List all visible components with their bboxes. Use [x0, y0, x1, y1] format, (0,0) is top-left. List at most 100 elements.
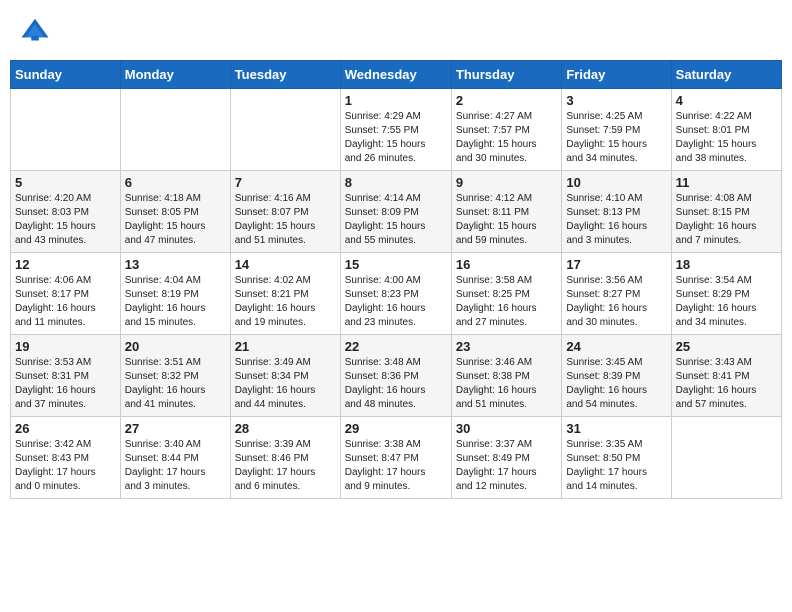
calendar-cell: 9Sunrise: 4:12 AMSunset: 8:11 PMDaylight… — [451, 171, 561, 253]
calendar-cell: 16Sunrise: 3:58 AMSunset: 8:25 PMDayligh… — [451, 253, 561, 335]
day-info: Sunrise: 4:12 AMSunset: 8:11 PMDaylight:… — [456, 192, 557, 248]
calendar-cell: 27 Sunrise: 3:40 AMSunset: 8:44 PMDayligh… — [120, 417, 230, 499]
day-number: 1 — [345, 93, 447, 108]
day-info: Sunrise: 4:29 AMSunset: 7:55 PMDaylight:… — [345, 110, 447, 166]
week-row-2: 5 Sunrise: 4:20 AMSunset: 8:03 PMDaylight… — [11, 171, 782, 253]
day-info: Sunrise: 3:53 AMSunset: 8:31 PMDaylight:… — [15, 356, 116, 412]
day-info: Sunrise: 3:37 AMSunset: 8:49 PMDaylight:… — [456, 438, 557, 494]
day-info: Sunrise: 3:58 AMSunset: 8:25 PMDaylight:… — [456, 274, 557, 330]
day-info: Sunrise: 3:40 AMSunset: 8:44 PMDaylight:… — [125, 438, 226, 494]
calendar-cell: 7 Sunrise: 4:16 AMSunset: 8:07 PMDaylight… — [230, 171, 340, 253]
calendar-cell: 3 Sunrise: 4:25 AMSunset: 7:59 PMDaylight… — [562, 89, 671, 171]
day-number: 18 — [676, 257, 777, 272]
day-number: 15 — [345, 257, 447, 272]
week-row-1: 1 Sunrise: 4:29 AMSunset: 7:55 PMDaylight… — [11, 89, 782, 171]
column-header-sunday: Sunday — [11, 61, 121, 89]
calendar-cell: 10 Sunrise: 4:10 AMSunset: 8:13 PMDayligh… — [562, 171, 671, 253]
calendar-table: SundayMondayTuesdayWednesdayThursdayFrid… — [10, 60, 782, 499]
day-info: Sunrise: 4:08 AMSunset: 8:15 PMDaylight:… — [676, 192, 777, 248]
day-number: 3 — [566, 93, 666, 108]
calendar-cell: 17Sunrise: 3:56 AMSunset: 8:27 PMDayligh… — [562, 253, 671, 335]
day-info: Sunrise: 4:04 AMSunset: 8:19 PMDaylight:… — [125, 274, 226, 330]
day-info: Sunrise: 3:39 AMSunset: 8:46 PMDaylight:… — [235, 438, 336, 494]
day-number: 7 — [235, 175, 336, 190]
calendar-cell: 30 Sunrise: 3:37 AMSunset: 8:49 PMDayligh… — [451, 417, 561, 499]
calendar-cell: 5 Sunrise: 4:20 AMSunset: 8:03 PMDaylight… — [11, 171, 121, 253]
calendar-cell: 20 Sunrise: 3:51 AMSunset: 8:32 PMDayligh… — [120, 335, 230, 417]
calendar-cell: 25Sunrise: 3:43 AMSunset: 8:41 PMDayligh… — [671, 335, 781, 417]
day-number: 20 — [125, 339, 226, 354]
calendar-cell: 18 Sunrise: 3:54 AMSunset: 8:29 PMDayligh… — [671, 253, 781, 335]
day-info: Sunrise: 3:35 AMSunset: 8:50 PMDaylight:… — [566, 438, 666, 494]
day-number: 10 — [566, 175, 666, 190]
calendar-cell: 6 Sunrise: 4:18 AMSunset: 8:05 PMDaylight… — [120, 171, 230, 253]
day-info: Sunrise: 3:45 AMSunset: 8:39 PMDaylight:… — [566, 356, 666, 412]
calendar-cell: 4Sunrise: 4:22 AMSunset: 8:01 PMDaylight… — [671, 89, 781, 171]
column-header-friday: Friday — [562, 61, 671, 89]
day-info: Sunrise: 4:10 AMSunset: 8:13 PMDaylight:… — [566, 192, 666, 248]
day-number: 6 — [125, 175, 226, 190]
column-header-monday: Monday — [120, 61, 230, 89]
day-info: Sunrise: 4:25 AMSunset: 7:59 PMDaylight:… — [566, 110, 666, 166]
week-row-5: 26 Sunrise: 3:42 AMSunset: 8:43 PMDayligh… — [11, 417, 782, 499]
day-info: Sunrise: 4:27 AMSunset: 7:57 PMDaylight:… — [456, 110, 557, 166]
calendar-cell: 15 Sunrise: 4:00 AMSunset: 8:23 PMDayligh… — [340, 253, 451, 335]
column-header-wednesday: Wednesday — [340, 61, 451, 89]
day-number: 12 — [15, 257, 116, 272]
day-number: 23 — [456, 339, 557, 354]
calendar-cell: 14Sunrise: 4:02 AMSunset: 8:21 PMDayligh… — [230, 253, 340, 335]
day-info: Sunrise: 3:46 AMSunset: 8:38 PMDaylight:… — [456, 356, 557, 412]
calendar-cell: 22 Sunrise: 3:48 AMSunset: 8:36 PMDayligh… — [340, 335, 451, 417]
calendar-cell: 11 Sunrise: 4:08 AMSunset: 8:15 PMDayligh… — [671, 171, 781, 253]
day-info: Sunrise: 3:51 AMSunset: 8:32 PMDaylight:… — [125, 356, 226, 412]
calendar-cell: 1 Sunrise: 4:29 AMSunset: 7:55 PMDaylight… — [340, 89, 451, 171]
calendar-cell — [120, 89, 230, 171]
calendar-cell: 8 Sunrise: 4:14 AMSunset: 8:09 PMDaylight… — [340, 171, 451, 253]
day-number: 5 — [15, 175, 116, 190]
day-number: 24 — [566, 339, 666, 354]
day-number: 30 — [456, 421, 557, 436]
page-header — [10, 10, 782, 50]
day-number: 14 — [235, 257, 336, 272]
calendar-cell: 23 Sunrise: 3:46 AMSunset: 8:38 PMDayligh… — [451, 335, 561, 417]
column-header-thursday: Thursday — [451, 61, 561, 89]
logo-icon — [20, 15, 50, 45]
day-number: 17 — [566, 257, 666, 272]
calendar-cell: 28 Sunrise: 3:39 AMSunset: 8:46 PMDayligh… — [230, 417, 340, 499]
calendar-cell: 24 Sunrise: 3:45 AMSunset: 8:39 PMDayligh… — [562, 335, 671, 417]
calendar-cell: 29 Sunrise: 3:38 AMSunset: 8:47 PMDayligh… — [340, 417, 451, 499]
day-number: 27 — [125, 421, 226, 436]
day-number: 8 — [345, 175, 447, 190]
day-info: Sunrise: 4:16 AMSunset: 8:07 PMDaylight:… — [235, 192, 336, 248]
day-info: Sunrise: 3:42 AMSunset: 8:43 PMDaylight:… — [15, 438, 116, 494]
day-info: Sunrise: 4:00 AMSunset: 8:23 PMDaylight:… — [345, 274, 447, 330]
day-number: 29 — [345, 421, 447, 436]
day-info: Sunrise: 4:20 AMSunset: 8:03 PMDaylight:… — [15, 192, 116, 248]
day-number: 4 — [676, 93, 777, 108]
day-number: 26 — [15, 421, 116, 436]
day-number: 25 — [676, 339, 777, 354]
calendar-cell: 21Sunrise: 3:49 AMSunset: 8:34 PMDayligh… — [230, 335, 340, 417]
calendar-header-row: SundayMondayTuesdayWednesdayThursdayFrid… — [11, 61, 782, 89]
day-number: 28 — [235, 421, 336, 436]
calendar-body: 1 Sunrise: 4:29 AMSunset: 7:55 PMDaylight… — [11, 89, 782, 499]
day-info: Sunrise: 4:14 AMSunset: 8:09 PMDaylight:… — [345, 192, 447, 248]
week-row-4: 19Sunrise: 3:53 AMSunset: 8:31 PMDayligh… — [11, 335, 782, 417]
day-info: Sunrise: 3:48 AMSunset: 8:36 PMDaylight:… — [345, 356, 447, 412]
calendar-cell: 2Sunrise: 4:27 AMSunset: 7:57 PMDaylight… — [451, 89, 561, 171]
week-row-3: 12Sunrise: 4:06 AMSunset: 8:17 PMDayligh… — [11, 253, 782, 335]
calendar-cell — [671, 417, 781, 499]
day-info: Sunrise: 3:38 AMSunset: 8:47 PMDaylight:… — [345, 438, 447, 494]
day-number: 13 — [125, 257, 226, 272]
day-info: Sunrise: 4:18 AMSunset: 8:05 PMDaylight:… — [125, 192, 226, 248]
day-number: 31 — [566, 421, 666, 436]
day-info: Sunrise: 3:54 AMSunset: 8:29 PMDaylight:… — [676, 274, 777, 330]
logo — [20, 15, 54, 45]
day-number: 11 — [676, 175, 777, 190]
calendar-cell — [11, 89, 121, 171]
calendar-cell: 26 Sunrise: 3:42 AMSunset: 8:43 PMDayligh… — [11, 417, 121, 499]
day-number: 22 — [345, 339, 447, 354]
calendar-cell: 13 Sunrise: 4:04 AMSunset: 8:19 PMDayligh… — [120, 253, 230, 335]
calendar-cell — [230, 89, 340, 171]
column-header-tuesday: Tuesday — [230, 61, 340, 89]
